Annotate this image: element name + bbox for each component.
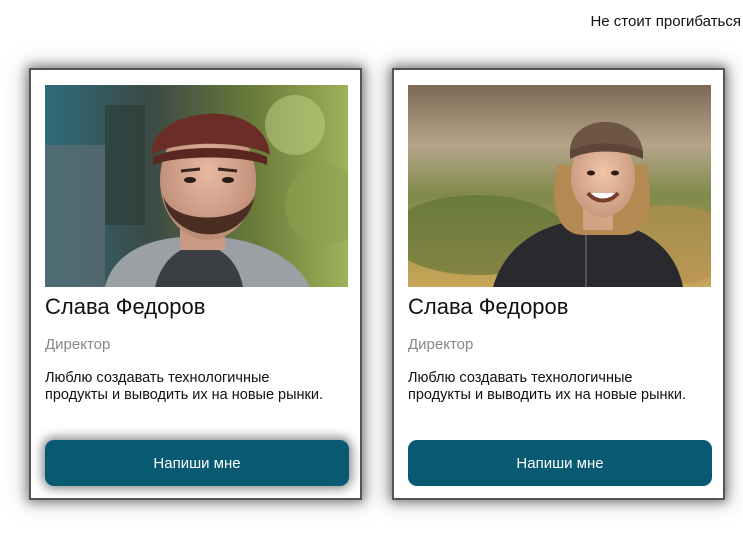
- profile-description: Люблю создавать технологичные продукты и…: [408, 370, 687, 403]
- profile-role: Директор: [45, 336, 111, 353]
- contact-button[interactable]: Напиши мне: [408, 440, 712, 486]
- woman-portrait-image: [408, 85, 711, 287]
- profile-role: Директор: [408, 336, 474, 353]
- profile-name: Слава Федоров: [408, 294, 569, 319]
- man-portrait-image: [45, 85, 348, 287]
- profile-card: Слава Федоров Директор Люблю создавать т…: [392, 68, 725, 500]
- contact-button[interactable]: Напиши мне: [45, 440, 349, 486]
- profile-description: Люблю создавать технологичные продукты и…: [45, 370, 324, 403]
- profile-photo: [408, 85, 711, 287]
- profile-card: Слава Федоров Директор Люблю создавать т…: [29, 68, 362, 500]
- header-text: Не стоит прогибаться: [590, 13, 741, 30]
- profile-name: Слава Федоров: [45, 294, 206, 319]
- profile-photo: [45, 85, 348, 287]
